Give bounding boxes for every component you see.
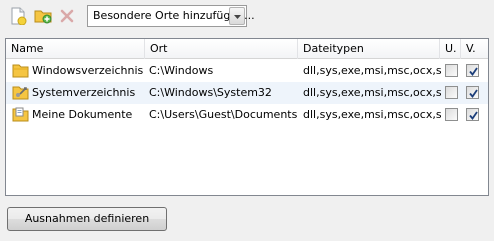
row-dateitypen: dll,sys,exe,msi,msc,ocx,s... xyxy=(303,108,441,121)
delete-icon[interactable] xyxy=(58,7,76,25)
checkbox-u[interactable] xyxy=(445,108,458,121)
column-header-name[interactable]: Name xyxy=(6,39,145,59)
row-dateitypen: dll,sys,exe,msi,msc,ocx,s... xyxy=(303,86,441,99)
table-row[interactable]: Windowsverzeichnis C:\Windows dll,sys,ex… xyxy=(6,60,488,82)
checkmark-icon xyxy=(469,89,478,98)
column-header-u[interactable]: U. xyxy=(440,39,461,59)
new-document-icon[interactable] xyxy=(9,7,27,26)
checkbox-v[interactable] xyxy=(466,64,479,77)
column-header-dateitypen[interactable]: Dateitypen xyxy=(298,39,440,59)
toolbar: Besondere Orte hinzufügen... xyxy=(0,0,494,34)
row-ort: C:\Windows xyxy=(149,64,214,77)
row-dateitypen: dll,sys,exe,msi,msc,ocx,s... xyxy=(303,64,441,77)
checkmark-icon xyxy=(469,67,478,76)
documents-folder-icon xyxy=(12,107,29,122)
system-folder-icon xyxy=(12,85,29,100)
checkbox-v[interactable] xyxy=(466,86,479,99)
checkmark-icon xyxy=(469,111,478,120)
row-name: Systemverzeichnis xyxy=(32,86,136,99)
column-header-v[interactable]: V. xyxy=(461,39,488,59)
row-ort: C:\Windows\System32 xyxy=(149,86,272,99)
row-name: Meine Dokumente xyxy=(32,108,133,121)
add-folder-icon[interactable] xyxy=(34,7,52,25)
checkbox-v[interactable] xyxy=(466,108,479,121)
column-header-ort[interactable]: Ort xyxy=(145,39,298,59)
row-name: Windowsverzeichnis xyxy=(32,64,144,77)
special-locations-dropdown[interactable]: Besondere Orte hinzufügen... xyxy=(87,5,255,27)
folder-icon xyxy=(12,63,29,78)
table-row[interactable]: Meine Dokumente C:\Users\Guest\Documents… xyxy=(6,104,488,126)
locations-list[interactable]: Name Ort Dateitypen U. V. Windowsverzeic… xyxy=(5,38,489,196)
row-ort: C:\Users\Guest\Documents xyxy=(149,108,298,121)
dropdown-arrow-button[interactable] xyxy=(229,7,245,25)
checkbox-u[interactable] xyxy=(445,86,458,99)
list-header: Name Ort Dateitypen U. V. xyxy=(6,39,488,59)
checkbox-u[interactable] xyxy=(445,64,458,77)
chevron-down-icon xyxy=(234,15,241,19)
define-exceptions-button[interactable]: Ausnahmen definieren xyxy=(7,207,167,231)
table-row[interactable]: Systemverzeichnis C:\Windows\System32 dl… xyxy=(6,82,488,104)
